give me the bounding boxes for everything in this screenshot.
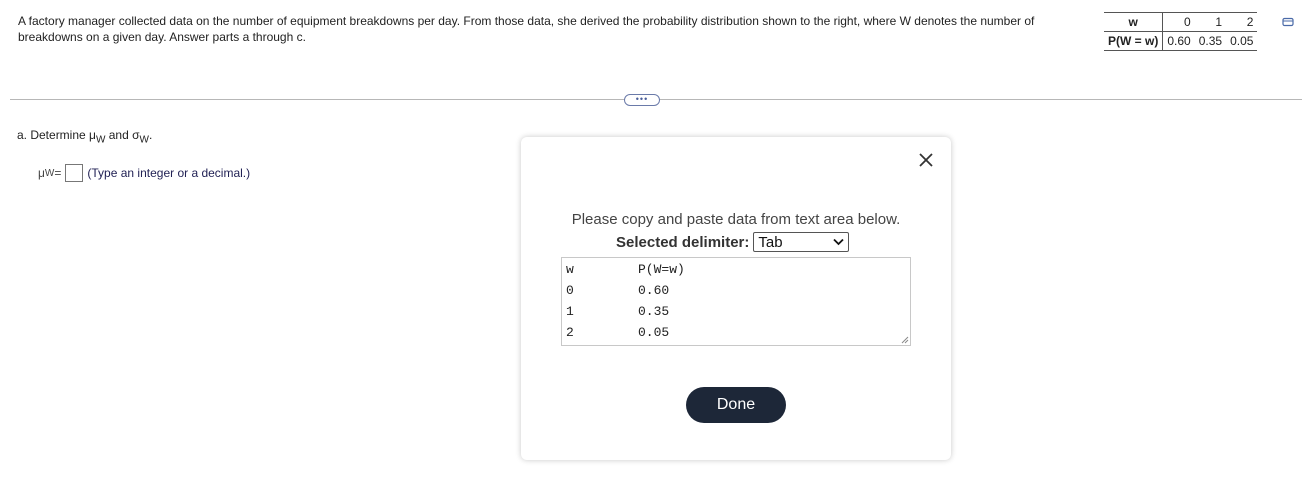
answer-row-mu: μW = (Type an integer or a decimal.) [38,164,250,182]
delimiter-select[interactable]: Tab [753,232,850,252]
table-header-w: w [1104,12,1164,32]
distribution-table: w 0 1 2 P(W = w) 0.60 0.35 0.05 [1104,12,1258,51]
table-header-p: P(W = w) [1104,31,1164,51]
mu-symbol: μ [89,128,96,142]
delimiter-label: Selected delimiter: [616,233,750,251]
data-cell: 0.05 [638,325,670,340]
data-cell: P(W=w) [638,262,685,277]
delimiter-row: Selected delimiter: Tab [616,232,850,252]
chevron-down-icon [833,238,845,246]
table-cell-w-1: 1 [1194,12,1227,32]
page: A factory manager collected data on the … [0,0,1312,477]
part-a-question: a. Determine μW and σW. [17,128,152,145]
part-a-suffix: . [148,128,153,142]
answer-mu-subscript: W [44,167,55,179]
paste-data-dialog: Please copy and paste data from text are… [521,137,951,460]
close-icon[interactable] [917,151,935,169]
data-cell: 2 [566,325,574,340]
done-button[interactable]: Done [686,387,786,423]
mu-subscript: W [95,134,106,146]
table-cell-p-1: 0.35 [1194,31,1227,51]
table-cell-w-0: 0 [1162,12,1195,32]
answer-equals: = [54,166,62,180]
data-row: w P(W=w) [566,260,685,280]
dialog-instruction: Please copy and paste data from text are… [571,211,901,228]
data-cell: 0 [566,283,574,298]
mu-answer-input[interactable] [65,164,84,182]
copy-icon[interactable] [1282,17,1294,27]
answer-mu-symbol: μ [38,166,45,180]
data-cell: 0.60 [638,283,670,298]
problem-statement: A factory manager collected data on the … [18,14,1035,44]
part-a-prefix: a. Determine [17,128,90,142]
sigma-symbol: σ [132,128,140,142]
delimiter-value: Tab [758,233,783,251]
data-textarea[interactable]: w P(W=w) 0 0.60 1 0.35 2 0.05 [561,257,911,346]
table-cell-w-2: 2 [1226,12,1258,32]
data-row: 2 0.05 [566,323,669,343]
data-cell: 1 [566,304,574,319]
table-cell-p-2: 0.05 [1226,31,1258,51]
part-a-and: and [105,128,133,142]
data-cell: w [566,262,574,277]
answer-hint: (Type an integer or a decimal.) [87,166,251,180]
table-cell-p-0: 0.60 [1162,31,1195,51]
data-cell: 0.35 [638,304,670,319]
sigma-subscript: W [139,134,149,146]
data-row: 0 0.60 [566,281,669,301]
more-button[interactable]: ••• [624,94,660,106]
resize-grip-icon[interactable] [901,336,909,344]
data-row: 1 0.35 [566,302,669,322]
